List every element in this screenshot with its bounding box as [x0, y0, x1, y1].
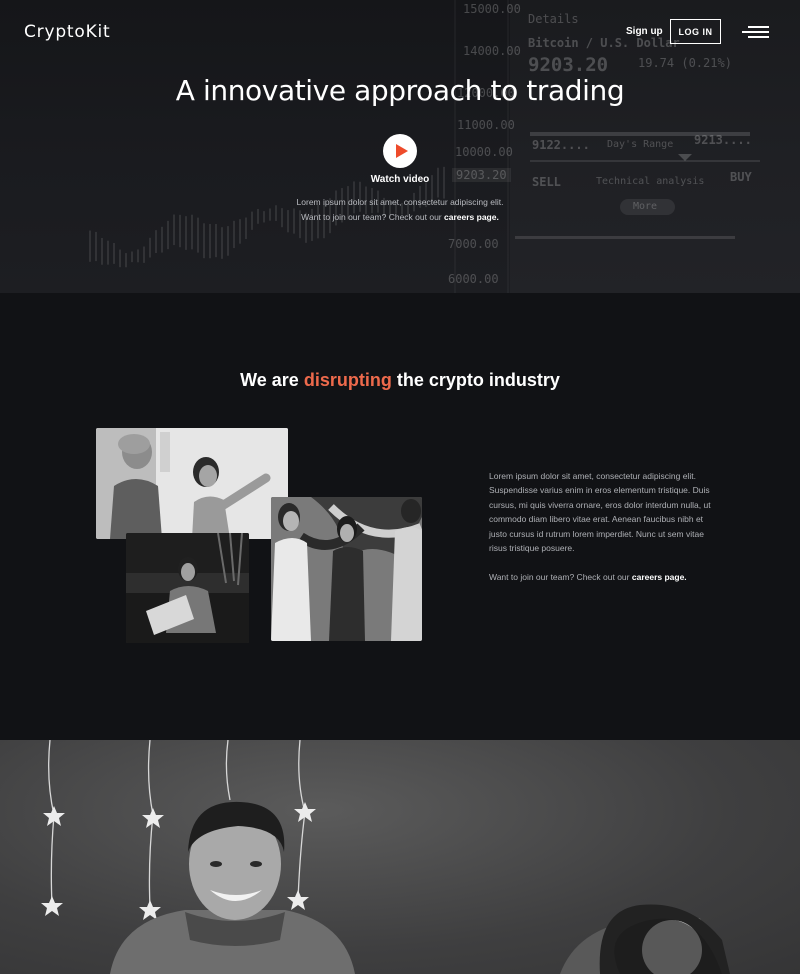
- price-level-label: 11000.00: [457, 118, 515, 132]
- about-title-accent: disrupting: [303, 370, 392, 390]
- team-photo-laptop: [126, 533, 249, 643]
- party-image: [271, 497, 422, 641]
- about-careers-prefix: Want to join our team? Check out our: [489, 572, 630, 583]
- hero-desc-line: Lorem ipsum dolor sit amet, consectetur …: [296, 197, 504, 207]
- laptop-image: [126, 533, 249, 643]
- login-button[interactable]: LOG IN: [670, 19, 721, 44]
- whiteboard-image: [96, 428, 288, 539]
- ticker-bid: 9122....: [532, 138, 590, 152]
- team-photo-section: [0, 740, 800, 974]
- signup-link[interactable]: Sign up: [626, 26, 663, 37]
- about-title-prefix: We are: [240, 370, 299, 390]
- ticker-price: 9203.20: [528, 54, 609, 76]
- play-video-button[interactable]: [383, 134, 417, 168]
- ticker-ask: 9213....: [694, 133, 752, 147]
- ticker-range-label: Day's Range: [607, 139, 674, 150]
- about-section: We are disrupting the crypto industry Lo…: [0, 293, 800, 740]
- hero-desc-line: Want to join our team? Check out our car…: [0, 210, 800, 225]
- team-celebration-image: [41, 740, 730, 974]
- price-level-label: 15000.00: [463, 2, 521, 16]
- ticker-pair-label: Bitcoin / U.S. Dollar: [528, 36, 680, 50]
- hamburger-menu-icon[interactable]: [742, 26, 769, 38]
- about-paragraph: Lorem ipsum dolor sit amet, consectetur …: [489, 471, 711, 554]
- ticker-change: 19.74 (0.21%): [638, 56, 732, 70]
- about-careers-link[interactable]: careers page.: [632, 572, 687, 582]
- team-photo-party: [271, 497, 422, 641]
- team-photo-whiteboard: [96, 428, 288, 539]
- about-title: We are disrupting the crypto industry: [0, 370, 800, 391]
- hero-section: 15000.00 14000.00 12000.00 11000.00 1000…: [0, 0, 800, 293]
- price-level-label: 7000.00: [448, 237, 499, 251]
- hero-careers-prefix: Want to join our team? Check out our: [301, 211, 442, 222]
- watch-video-label[interactable]: Watch video: [0, 174, 800, 185]
- hero-description: Lorem ipsum dolor sit amet, consectetur …: [0, 195, 800, 224]
- hero-title: A innovative approach to trading: [175, 74, 625, 107]
- about-text-block: Lorem ipsum dolor sit amet, consectetur …: [489, 469, 719, 585]
- about-title-suffix: the crypto industry: [396, 370, 560, 390]
- play-icon: [395, 144, 408, 158]
- hero-careers-link[interactable]: careers page.: [444, 212, 499, 222]
- price-level-label: 14000.00: [463, 44, 521, 58]
- brand-logo[interactable]: CryptoKit: [24, 22, 111, 42]
- price-level-label: 6000.00: [448, 272, 499, 286]
- price-level-label: 10000.00: [455, 145, 513, 159]
- ticker-details-label: Details: [528, 12, 579, 26]
- about-careers-line: Want to join our team? Check out our car…: [489, 570, 719, 584]
